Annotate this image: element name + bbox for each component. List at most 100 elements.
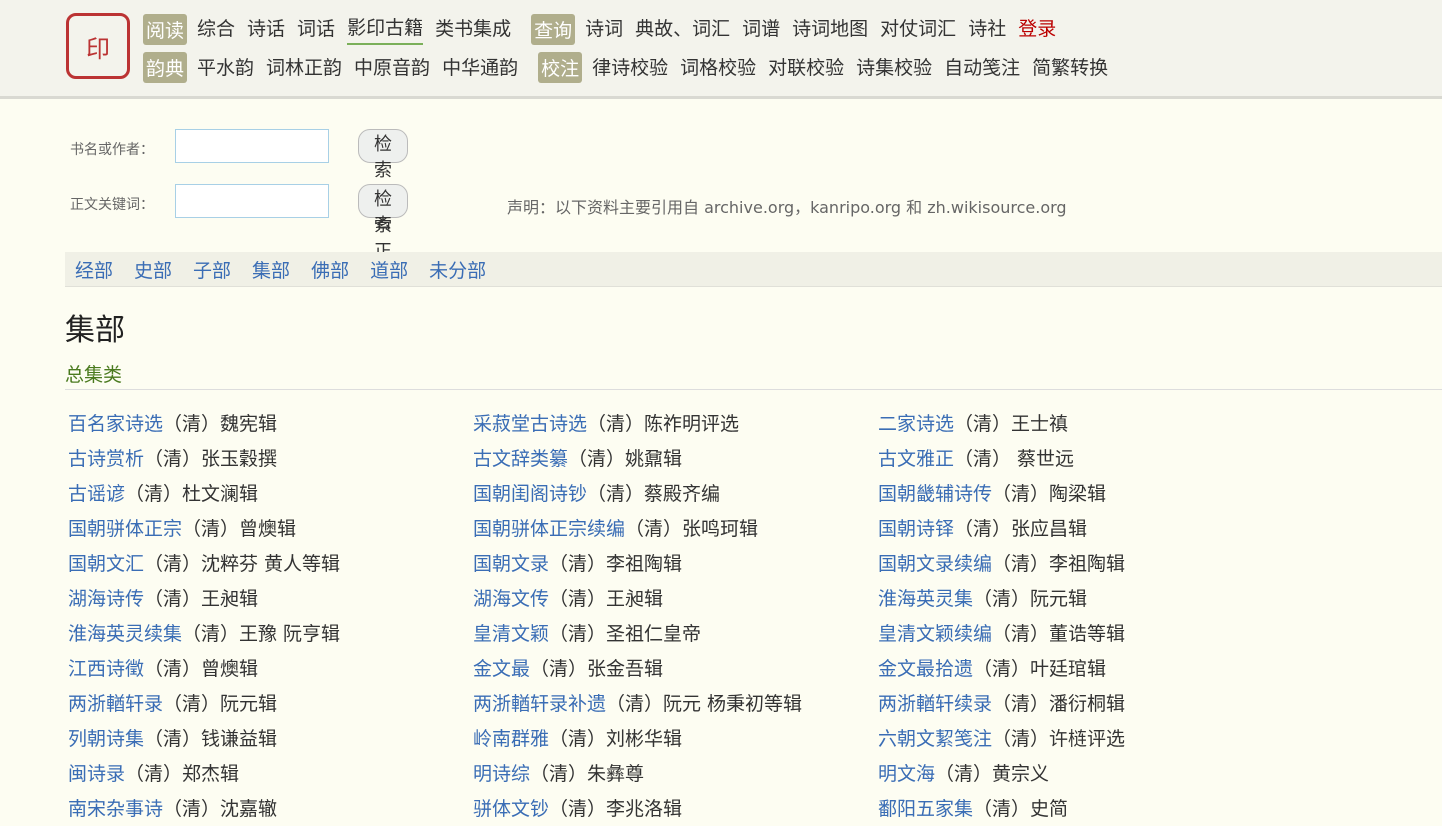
login-link[interactable]: 登录 <box>1018 14 1056 44</box>
text-search-input[interactable] <box>175 184 329 218</box>
book-author: （清）许梿评选 <box>992 728 1126 750</box>
book-title-link[interactable]: 古谣谚 <box>68 483 125 505</box>
category-tabs: 经部 史部 子部 集部 佛部 道部 未分部 <box>65 252 1442 287</box>
nav-link[interactable]: 词话 <box>297 14 335 44</box>
title-search-label: 书名或作者： <box>70 142 154 158</box>
book-title-link[interactable]: 国朝闺阁诗钞 <box>473 483 587 505</box>
nav-link[interactable]: 词谱 <box>742 14 780 44</box>
book-author: （清）姚鼐辑 <box>568 448 683 470</box>
book-title-link[interactable]: 古诗赏析 <box>68 448 144 470</box>
book-title-link[interactable]: 百名家诗选 <box>68 413 163 435</box>
site-logo[interactable]: 印 <box>66 13 130 79</box>
book-title-link[interactable]: 明文海 <box>878 763 935 785</box>
nav-link[interactable]: 诗话 <box>247 14 285 44</box>
book-title-link[interactable]: 淮海英灵集 <box>878 588 973 610</box>
category-tab[interactable]: 经部 <box>75 256 113 283</box>
book-title-link[interactable]: 岭南群雅 <box>473 728 549 750</box>
nav-link[interactable]: 对仗词汇 <box>880 14 956 44</box>
book-title-link[interactable]: 两浙輶轩续录 <box>878 693 992 715</box>
book-author: （清）董诰等辑 <box>992 623 1126 645</box>
book-author: （清）王豫 阮亨辑 <box>182 623 341 645</box>
nav-link[interactable]: 诗集校验 <box>856 53 932 83</box>
nav-link[interactable]: 中原音韵 <box>354 53 430 83</box>
nav-group-tag[interactable]: 查询 <box>531 13 576 45</box>
category-tab[interactable]: 集部 <box>252 256 290 283</box>
book-item: 国朝骈体正宗续编（清）张鸣珂辑 <box>473 514 878 541</box>
book-title-link[interactable]: 古文雅正 <box>878 448 954 470</box>
nav-link[interactable]: 诗词地图 <box>792 14 868 44</box>
book-title-link[interactable]: 金文最 <box>473 658 530 680</box>
book-item: 湖海文传（清）王昶辑 <box>473 584 878 611</box>
book-title-link[interactable]: 湖海诗传 <box>68 588 144 610</box>
category-tab[interactable]: 佛部 <box>311 256 349 283</box>
title-search-input[interactable] <box>175 129 329 163</box>
book-title-link[interactable]: 国朝文录续编 <box>878 553 992 575</box>
book-item: 淮海英灵集（清）阮元辑 <box>878 584 1283 611</box>
book-title-link[interactable]: 采菽堂古诗选 <box>473 413 587 435</box>
book-title-link[interactable]: 二家诗选 <box>878 413 954 435</box>
book-author: （清） 蔡世远 <box>954 448 1075 470</box>
nav-link[interactable]: 词林正韵 <box>266 53 342 83</box>
nav-link[interactable]: 自动笺注 <box>944 53 1020 83</box>
nav-link[interactable]: 对联校验 <box>768 53 844 83</box>
book-title-link[interactable]: 骈体文钞 <box>473 798 549 820</box>
book-item: 淮海英灵续集（清）王豫 阮亨辑 <box>68 619 473 646</box>
nav-link[interactable]: 词格校验 <box>680 53 756 83</box>
book-title-link[interactable]: 皇清文颖续编 <box>878 623 992 645</box>
book-title-link[interactable]: 湖海文传 <box>473 588 549 610</box>
nav-link[interactable]: 平水韵 <box>197 53 254 83</box>
book-title-link[interactable]: 国朝文录 <box>473 553 549 575</box>
nav-link[interactable]: 类书集成 <box>435 14 511 44</box>
book-title-link[interactable]: 闽诗录 <box>68 763 125 785</box>
subsection-title: 总集类 <box>65 360 1442 390</box>
book-title-link[interactable]: 鄱阳五家集 <box>878 798 973 820</box>
nav-link[interactable]: 影印古籍 <box>347 13 424 45</box>
book-author: （清）王昶辑 <box>549 588 664 610</box>
category-tab[interactable]: 子部 <box>193 256 231 283</box>
book-author: （清）张金吾辑 <box>530 658 664 680</box>
book-item: 二家诗选（清）王士禛 <box>878 409 1283 436</box>
category-tab[interactable]: 未分部 <box>429 256 486 283</box>
book-title-link[interactable]: 国朝诗铎 <box>878 518 954 540</box>
search-title-button[interactable]: 检索书名 <box>358 129 408 233</box>
book-item: 采菽堂古诗选（清）陈祚明评选 <box>473 409 878 436</box>
book-title-link[interactable]: 两浙輶轩录 <box>68 693 163 715</box>
book-title-link[interactable]: 南宋杂事诗 <box>68 798 163 820</box>
nav-group-tag[interactable]: 校注 <box>538 52 583 83</box>
nav-link[interactable]: 律诗校验 <box>592 53 668 83</box>
book-title-link[interactable]: 国朝畿辅诗传 <box>878 483 992 505</box>
book-title-link[interactable]: 淮海英灵续集 <box>68 623 182 645</box>
book-title-link[interactable]: 江西诗徵 <box>68 658 144 680</box>
text-search-label: 正文关键词： <box>70 197 154 213</box>
search-text-button[interactable]: 检索正文 <box>358 184 408 288</box>
book-title-link[interactable]: 古文辞类纂 <box>473 448 568 470</box>
book-item: 鄱阳五家集（清）史简 <box>878 794 1283 821</box>
nav-link[interactable]: 典故、词汇 <box>635 14 730 44</box>
nav-link[interactable]: 简繁转换 <box>1032 53 1108 83</box>
book-item: 两浙輶轩录（清）阮元辑 <box>68 689 473 716</box>
book-title-link[interactable]: 国朝骈体正宗 <box>68 518 182 540</box>
book-item: 古文辞类纂（清）姚鼐辑 <box>473 444 878 471</box>
book-title-link[interactable]: 皇清文颖 <box>473 623 549 645</box>
book-item: 明文海（清）黄宗义 <box>878 759 1283 786</box>
book-title-link[interactable]: 国朝文汇 <box>68 553 144 575</box>
book-author: （清）蔡殿齐编 <box>587 483 721 505</box>
book-title-link[interactable]: 两浙輶轩录补遗 <box>473 693 606 715</box>
category-tab[interactable]: 史部 <box>134 256 172 283</box>
nav-group-tag[interactable]: 韵典 <box>143 52 188 83</box>
nav-row-2: 韵典 平水韵 词林正韵 中原音韵 中华通韵 校注 律诗校验 词格校验 对联校验 诗集校验 自动笺注简… <box>143 52 1120 83</box>
book-item: 列朝诗集（清）钱谦益辑 <box>68 724 473 751</box>
nav-link[interactable]: 诗社 <box>968 14 1006 44</box>
book-title-link[interactable]: 明诗综 <box>473 763 530 785</box>
book-author: （清）朱彝尊 <box>530 763 645 785</box>
category-tab[interactable]: 道部 <box>370 256 408 283</box>
book-title-link[interactable]: 列朝诗集 <box>68 728 144 750</box>
nav-link[interactable]: 中华通韵 <box>442 53 518 83</box>
nav-group-tag[interactable]: 阅读 <box>143 13 188 45</box>
book-title-link[interactable]: 金文最拾遗 <box>878 658 973 680</box>
nav-link[interactable]: 诗词 <box>585 14 623 44</box>
book-title-link[interactable]: 六朝文絜笺注 <box>878 728 992 750</box>
nav-link[interactable]: 综合 <box>197 14 235 44</box>
book-item: 两浙輶轩录补遗（清）阮元 杨秉初等辑 <box>473 689 878 716</box>
book-title-link[interactable]: 国朝骈体正宗续编 <box>473 518 625 540</box>
